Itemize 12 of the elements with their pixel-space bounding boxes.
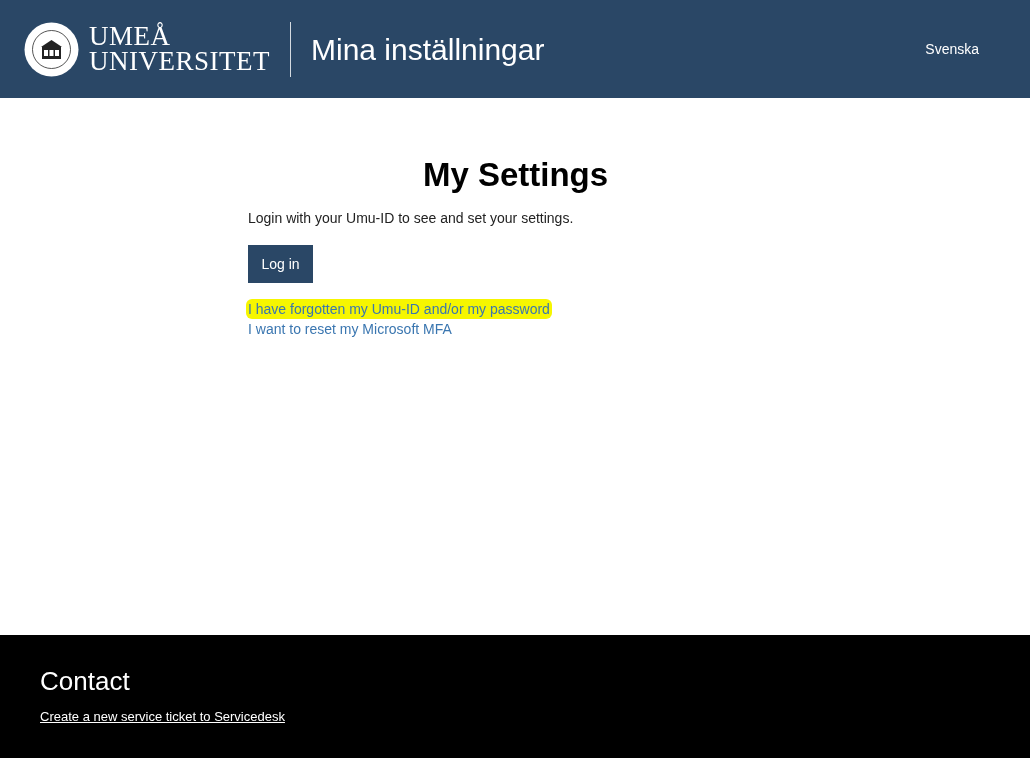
- logo-wordmark-line: UNIVERSITET: [89, 49, 270, 74]
- intro-text: Login with your Umu-ID to see and set your settings.: [248, 209, 575, 228]
- logo-wordmark-line: UMEÅ: [89, 24, 172, 49]
- help-link[interactable]: I want to reset my Microsoft MFA: [248, 319, 452, 339]
- login-button[interactable]: Log in: [248, 245, 313, 283]
- footer-heading: Contact: [40, 665, 130, 697]
- help-link[interactable]: I have forgotten my Umu-ID and/or my password: [246, 299, 552, 319]
- university-seal-icon: [24, 21, 79, 77]
- language-link[interactable]: Svenska: [925, 38, 979, 60]
- servicedesk-link[interactable]: Create a new service ticket to Servicedesk: [40, 707, 285, 727]
- page-heading: My Settings: [421, 155, 610, 195]
- site-title: Mina inställningar: [311, 31, 545, 68]
